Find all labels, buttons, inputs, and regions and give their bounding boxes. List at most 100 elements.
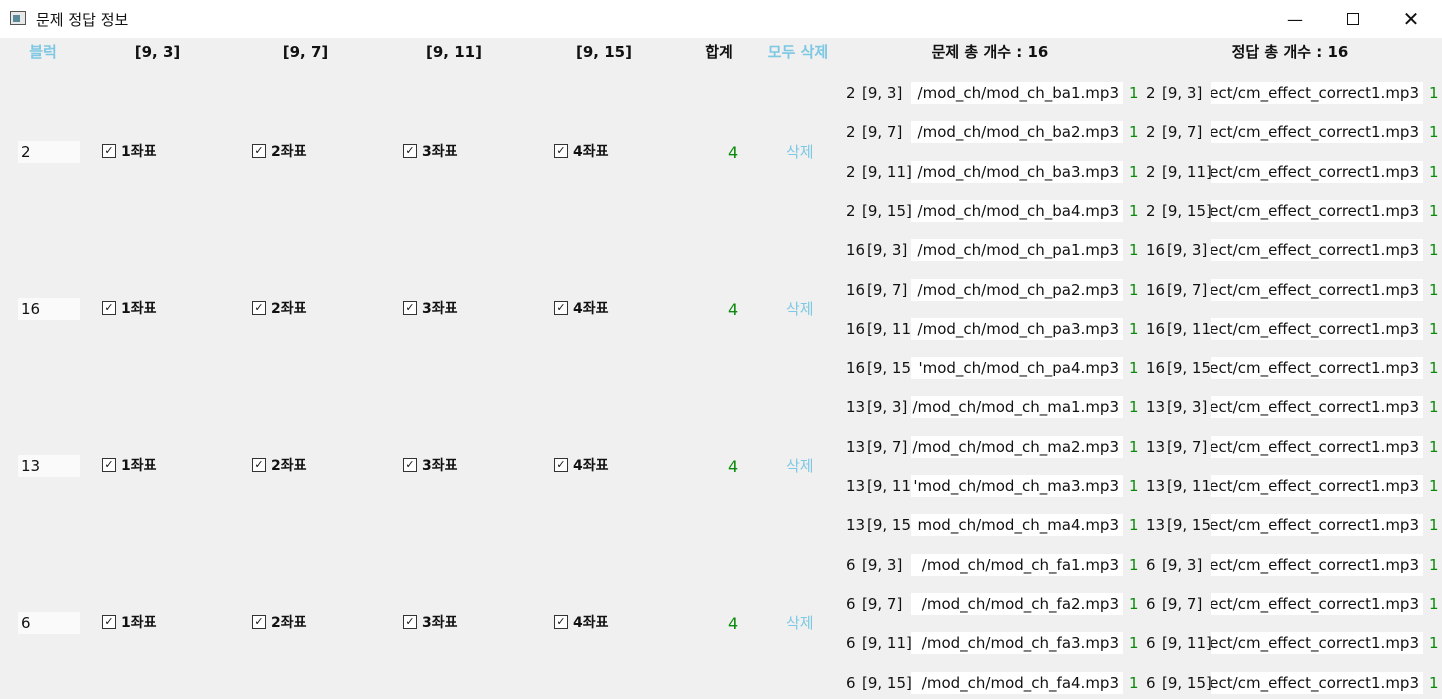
check-icon: ✓ <box>403 144 417 158</box>
coord-checkbox-3[interactable]: ✓ 3좌표 <box>403 141 458 161</box>
check-icon: ✓ <box>102 301 116 315</box>
row-delete-button[interactable]: 삭제 <box>786 141 814 162</box>
coord-checkbox-2[interactable]: ✓ 2좌표 <box>252 455 307 475</box>
file-path-field[interactable]: /mod_ch/mod_ch_ma2.mp3 <box>911 436 1123 458</box>
list-coord: [9, 7] <box>862 595 903 613</box>
question-row[interactable]: 6 [9, 7] /mod_ch/mod_ch_fa2.mp3 1 <box>841 589 1141 619</box>
file-path-field[interactable]: ect/cm_effect_correct1.mp3 <box>1211 672 1423 694</box>
file-path-field[interactable]: fect/cm_effect_correct1.mp3 <box>1211 121 1423 143</box>
question-row[interactable]: 2 [9, 3] /mod_ch/mod_ch_ba1.mp3 1 <box>841 78 1141 108</box>
question-row[interactable]: 13 [9, 3]/mod_ch/mod_ch_ma1.mp3 1 <box>841 392 1141 422</box>
block-input[interactable]: 13 <box>18 455 80 477</box>
answer-row[interactable]: 16 [9, 15] ect/cm_effect_correct1.mp3 1 <box>1141 353 1441 383</box>
answer-row[interactable]: 13 [9, 3] ect/cm_effect_correct1.mp3 1 <box>1141 392 1441 422</box>
file-path-field[interactable]: /mod_ch/mod_ch_pa1.mp3 <box>911 239 1123 261</box>
file-path-field[interactable]: 'mod_ch/mod_ch_ma3.mp3 <box>911 475 1123 497</box>
question-row[interactable]: 16 [9, 15]'mod_ch/mod_ch_pa4.mp3 1 <box>841 353 1141 383</box>
coord-checkbox-1[interactable]: ✓ 1좌표 <box>102 298 157 318</box>
file-path-field[interactable]: /mod_ch/mod_ch_fa2.mp3 <box>911 593 1123 615</box>
question-row[interactable]: 16 [9, 11]/mod_ch/mod_ch_pa3.mp3 1 <box>841 314 1141 344</box>
file-path-field[interactable]: ect/cm_effect_correct1.mp3 <box>1211 436 1423 458</box>
title-bar: 문제 정답 정보 — ✕ <box>0 0 1442 38</box>
question-row[interactable]: 16 [9, 7] /mod_ch/mod_ch_pa2.mp3 1 <box>841 275 1141 305</box>
file-path-field[interactable]: fect/cm_effect_correct1.mp3 <box>1211 554 1423 576</box>
row-delete-button[interactable]: 삭제 <box>786 612 814 633</box>
maximize-button[interactable] <box>1324 0 1382 38</box>
file-path-field[interactable]: fect/cm_effect_correct1.mp3 <box>1211 82 1423 104</box>
file-path-field[interactable]: fect/cm_effect_correct1.mp3 <box>1211 632 1423 654</box>
answer-row[interactable]: 6 [9, 3] fect/cm_effect_correct1.mp3 1 <box>1141 550 1441 580</box>
file-path-field[interactable]: /mod_ch/mod_ch_pa3.mp3 <box>911 318 1123 340</box>
file-path-field[interactable]: /mod_ch/mod_ch_ba3.mp3 <box>911 161 1123 183</box>
block-input[interactable]: 6 <box>18 612 80 634</box>
question-row[interactable]: 6 [9, 15] /mod_ch/mod_ch_fa4.mp3 1 <box>841 668 1141 698</box>
answer-row[interactable]: 2 [9, 11] fect/cm_effect_correct1.mp3 1 <box>1141 157 1441 187</box>
answer-row[interactable]: 16 [9, 11] ect/cm_effect_correct1.mp3 1 <box>1141 314 1441 344</box>
checkbox-label: 2좌표 <box>271 458 307 474</box>
question-row[interactable]: 6 [9, 3] /mod_ch/mod_ch_fa1.mp3 1 <box>841 550 1141 580</box>
file-path-field[interactable]: mod_ch/mod_ch_ma4.mp3 <box>911 514 1123 536</box>
file-path-field[interactable]: fect/cm_effect_correct1.mp3 <box>1211 593 1423 615</box>
row-delete-button[interactable]: 삭제 <box>786 298 814 319</box>
file-path-field[interactable]: fect/cm_effect_correct1.mp3 <box>1211 161 1423 183</box>
answer-row[interactable]: 6 [9, 11] fect/cm_effect_correct1.mp3 1 <box>1141 628 1441 658</box>
row-delete-button[interactable]: 삭제 <box>786 455 814 476</box>
answer-row[interactable]: 6 [9, 15] ect/cm_effect_correct1.mp3 1 <box>1141 668 1441 698</box>
coord-checkbox-4[interactable]: ✓ 4좌표 <box>554 141 609 161</box>
question-row[interactable]: 2 [9, 15] /mod_ch/mod_ch_ba4.mp3 1 <box>841 196 1141 226</box>
file-path-field[interactable]: /mod_ch/mod_ch_ba1.mp3 <box>911 82 1123 104</box>
block-input[interactable]: 16 <box>18 298 80 320</box>
coord-checkbox-1[interactable]: ✓ 1좌표 <box>102 455 157 475</box>
file-path-field[interactable]: /mod_ch/mod_ch_fa3.mp3 <box>911 632 1123 654</box>
coord-checkbox-2[interactable]: ✓ 2좌표 <box>252 612 307 632</box>
answer-row[interactable]: 16 [9, 3] fect/cm_effect_correct1.mp3 1 <box>1141 235 1441 265</box>
file-path-field[interactable]: /mod_ch/mod_ch_ma1.mp3 <box>911 396 1123 418</box>
block-input[interactable]: 2 <box>18 141 80 163</box>
coord-checkbox-4[interactable]: ✓ 4좌표 <box>554 298 609 318</box>
file-path-field[interactable]: ect/cm_effect_correct1.mp3 <box>1211 200 1423 222</box>
answer-row[interactable]: 2 [9, 7] fect/cm_effect_correct1.mp3 1 <box>1141 117 1441 147</box>
file-path-field[interactable]: /mod_ch/mod_ch_ba2.mp3 <box>911 121 1123 143</box>
question-row[interactable]: 13 [9, 15] mod_ch/mod_ch_ma4.mp3 1 <box>841 510 1141 540</box>
question-row[interactable]: 2 [9, 11] /mod_ch/mod_ch_ba3.mp3 1 <box>841 157 1141 187</box>
question-row[interactable]: 16 [9, 3] /mod_ch/mod_ch_pa1.mp3 1 <box>841 235 1141 265</box>
coord-checkbox-3[interactable]: ✓ 3좌표 <box>403 455 458 475</box>
answer-row[interactable]: 13 [9, 7] ect/cm_effect_correct1.mp3 1 <box>1141 432 1441 462</box>
file-path-field[interactable]: ect/cm_effect_correct1.mp3 <box>1211 318 1423 340</box>
file-path-field[interactable]: ect/cm_effect_correct1.mp3 <box>1211 357 1423 379</box>
file-path-field[interactable]: ect/cm_effect_correct1.mp3 <box>1211 514 1423 536</box>
file-path-field[interactable]: ect/cm_effect_correct1.mp3 <box>1211 475 1423 497</box>
question-row[interactable]: 13 [9, 7]/mod_ch/mod_ch_ma2.mp3 1 <box>841 432 1141 462</box>
question-row[interactable]: 2 [9, 7] /mod_ch/mod_ch_ba2.mp3 1 <box>841 117 1141 147</box>
close-button[interactable]: ✕ <box>1382 0 1440 38</box>
answer-row[interactable]: 2 [9, 3] fect/cm_effect_correct1.mp3 1 <box>1141 78 1441 108</box>
coord-checkbox-4[interactable]: ✓ 4좌표 <box>554 455 609 475</box>
coord-checkbox-1[interactable]: ✓ 1좌표 <box>102 141 157 161</box>
coord-checkbox-1[interactable]: ✓ 1좌표 <box>102 612 157 632</box>
question-row[interactable]: 13 [9, 11]'mod_ch/mod_ch_ma3.mp3 1 <box>841 471 1141 501</box>
file-path-field[interactable]: fect/cm_effect_correct1.mp3 <box>1211 239 1423 261</box>
answer-row[interactable]: 2 [9, 15] ect/cm_effect_correct1.mp3 1 <box>1141 196 1441 226</box>
file-path-field[interactable]: /mod_ch/mod_ch_ba4.mp3 <box>911 200 1123 222</box>
answer-row[interactable]: 6 [9, 7] fect/cm_effect_correct1.mp3 1 <box>1141 589 1441 619</box>
coord-checkbox-4[interactable]: ✓ 4좌표 <box>554 612 609 632</box>
file-path-field[interactable]: 'mod_ch/mod_ch_pa4.mp3 <box>911 357 1123 379</box>
list-block: 2 <box>846 84 856 102</box>
coord-checkbox-2[interactable]: ✓ 2좌표 <box>252 298 307 318</box>
answer-row[interactable]: 16 [9, 7] fect/cm_effect_correct1.mp3 1 <box>1141 275 1441 305</box>
coord-checkbox-3[interactable]: ✓ 3좌표 <box>403 298 458 318</box>
delete-all-button[interactable]: 모두 삭제 <box>762 40 834 64</box>
file-path-field[interactable]: /mod_ch/mod_ch_pa2.mp3 <box>911 279 1123 301</box>
answer-row[interactable]: 13 [9, 11] ect/cm_effect_correct1.mp3 1 <box>1141 471 1441 501</box>
file-path-field[interactable]: /mod_ch/mod_ch_fa1.mp3 <box>911 554 1123 576</box>
answer-row[interactable]: 13 [9, 15] ect/cm_effect_correct1.mp3 1 <box>1141 510 1441 540</box>
coord-checkbox-3[interactable]: ✓ 3좌표 <box>403 612 458 632</box>
file-path-field[interactable]: /mod_ch/mod_ch_fa4.mp3 <box>911 672 1123 694</box>
coord-checkbox-2[interactable]: ✓ 2좌표 <box>252 141 307 161</box>
question-row[interactable]: 6 [9, 11] /mod_ch/mod_ch_fa3.mp3 1 <box>841 628 1141 658</box>
file-path-field[interactable]: fect/cm_effect_correct1.mp3 <box>1211 279 1423 301</box>
file-path-field[interactable]: ect/cm_effect_correct1.mp3 <box>1211 396 1423 418</box>
minimize-button[interactable]: — <box>1266 0 1324 38</box>
file-path-text: 'mod_ch/mod_ch_pa4.mp3 <box>918 359 1119 377</box>
file-path-text: mod_ch/mod_ch_ma4.mp3 <box>917 516 1119 534</box>
